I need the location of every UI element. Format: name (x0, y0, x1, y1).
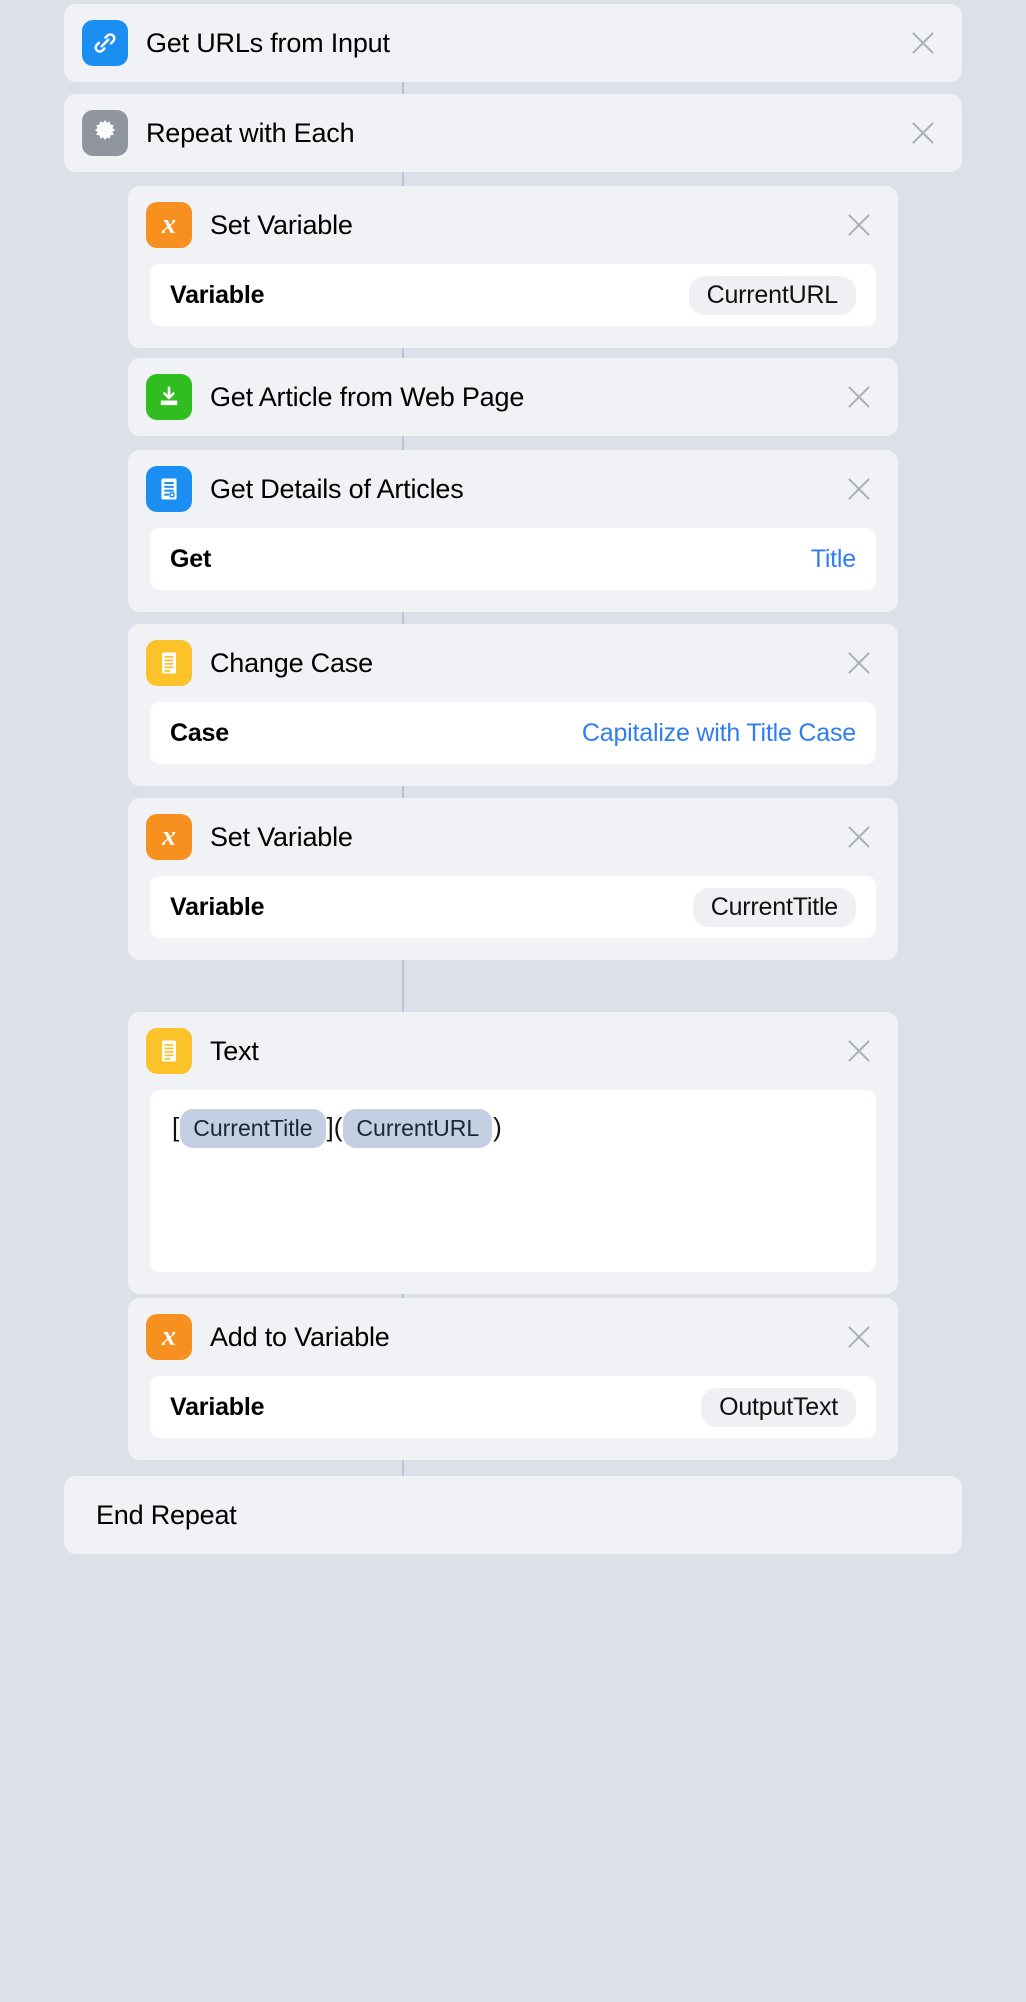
param-label: Variable (170, 892, 265, 921)
param-value-link[interactable]: Title (811, 545, 857, 574)
link-icon (82, 20, 128, 66)
action-card-get-article-from-web-page[interactable]: Get Article from Web Page (128, 358, 898, 436)
close-icon[interactable] (844, 648, 874, 678)
param-value-pill[interactable]: CurrentTitle (692, 887, 856, 927)
close-icon[interactable] (844, 382, 874, 412)
param-row-case[interactable]: Case Capitalize with Title Case (150, 702, 876, 764)
action-title: Set Variable (210, 821, 353, 852)
action-card-header: Get URLs from Input (64, 4, 962, 82)
document-details-icon (146, 466, 192, 512)
gear-icon (82, 110, 128, 156)
param-value-link[interactable]: Capitalize with Title Case (582, 719, 856, 748)
action-card-change-case[interactable]: Change Case Case Capitalize with Title C… (128, 624, 898, 786)
action-card-header: Change Case (128, 624, 898, 702)
action-card-set-variable-current-url[interactable]: x Set Variable Variable CurrentURL (128, 186, 898, 348)
end-repeat-card[interactable]: End Repeat (64, 1476, 962, 1554)
action-card-add-to-variable-output-text[interactable]: x Add to Variable Variable OutputText (128, 1298, 898, 1460)
variable-x-icon: x (146, 814, 192, 860)
param-row-variable[interactable]: Variable CurrentTitle (150, 876, 876, 938)
close-icon[interactable] (844, 1322, 874, 1352)
variable-x-icon: x (146, 202, 192, 248)
action-card-set-variable-current-title[interactable]: x Set Variable Variable CurrentTitle (128, 798, 898, 960)
param-label: Variable (170, 280, 265, 309)
action-card-header: Repeat with Each (64, 94, 962, 172)
close-icon[interactable] (908, 28, 938, 58)
param-label: Variable (170, 1392, 265, 1421)
action-card-get-urls-from-input[interactable]: Get URLs from Input (64, 4, 962, 82)
download-article-icon (146, 374, 192, 420)
text-segment: ]( (326, 1112, 343, 1142)
action-card-header: Text (128, 1012, 898, 1090)
close-icon[interactable] (908, 118, 938, 148)
action-card-header: x Set Variable (128, 798, 898, 876)
action-card-repeat-with-each[interactable]: Repeat with Each (64, 94, 962, 172)
param-value-pill[interactable]: OutputText (701, 1387, 856, 1427)
action-title: Repeat with Each (146, 117, 355, 148)
text-segment: ) (493, 1112, 502, 1142)
param-row-variable[interactable]: Variable OutputText (150, 1376, 876, 1438)
text-segment: [ (172, 1112, 180, 1142)
param-value-pill[interactable]: CurrentURL (688, 275, 856, 315)
action-card-header: Get Details of Articles (128, 450, 898, 528)
action-title: Get Details of Articles (210, 473, 464, 504)
action-title: Text (210, 1035, 259, 1066)
action-title: Change Case (210, 647, 373, 678)
action-card-get-details-of-articles[interactable]: Get Details of Articles Get Title (128, 450, 898, 612)
close-icon[interactable] (844, 474, 874, 504)
action-title: Set Variable (210, 209, 353, 240)
action-card-header: x Set Variable (128, 186, 898, 264)
param-label: Get (170, 544, 212, 573)
action-card-header: Get Article from Web Page (128, 358, 898, 436)
param-row-get[interactable]: Get Title (150, 528, 876, 590)
variable-x-icon: x (146, 1314, 192, 1360)
variable-token-current-title[interactable]: CurrentTitle (180, 1109, 326, 1148)
param-label: Case (170, 718, 229, 747)
shortcut-editor-canvas: Get URLs from Input Repeat with Each x S… (0, 0, 1026, 2002)
close-icon[interactable] (844, 210, 874, 240)
text-input-body[interactable]: [CurrentTitle](CurrentURL) (150, 1090, 876, 1272)
close-icon[interactable] (844, 1036, 874, 1066)
action-title: Add to Variable (210, 1321, 390, 1352)
action-card-header: x Add to Variable (128, 1298, 898, 1376)
end-repeat-label: End Repeat (96, 1499, 237, 1530)
action-title: Get Article from Web Page (210, 381, 525, 412)
action-title: Get URLs from Input (146, 27, 390, 58)
close-icon[interactable] (844, 822, 874, 852)
variable-token-current-url[interactable]: CurrentURL (343, 1109, 493, 1148)
text-lines-icon (146, 640, 192, 686)
param-row-variable[interactable]: Variable CurrentURL (150, 264, 876, 326)
text-lines-icon (146, 1028, 192, 1074)
action-card-text[interactable]: Text [CurrentTitle](CurrentURL) (128, 1012, 898, 1294)
